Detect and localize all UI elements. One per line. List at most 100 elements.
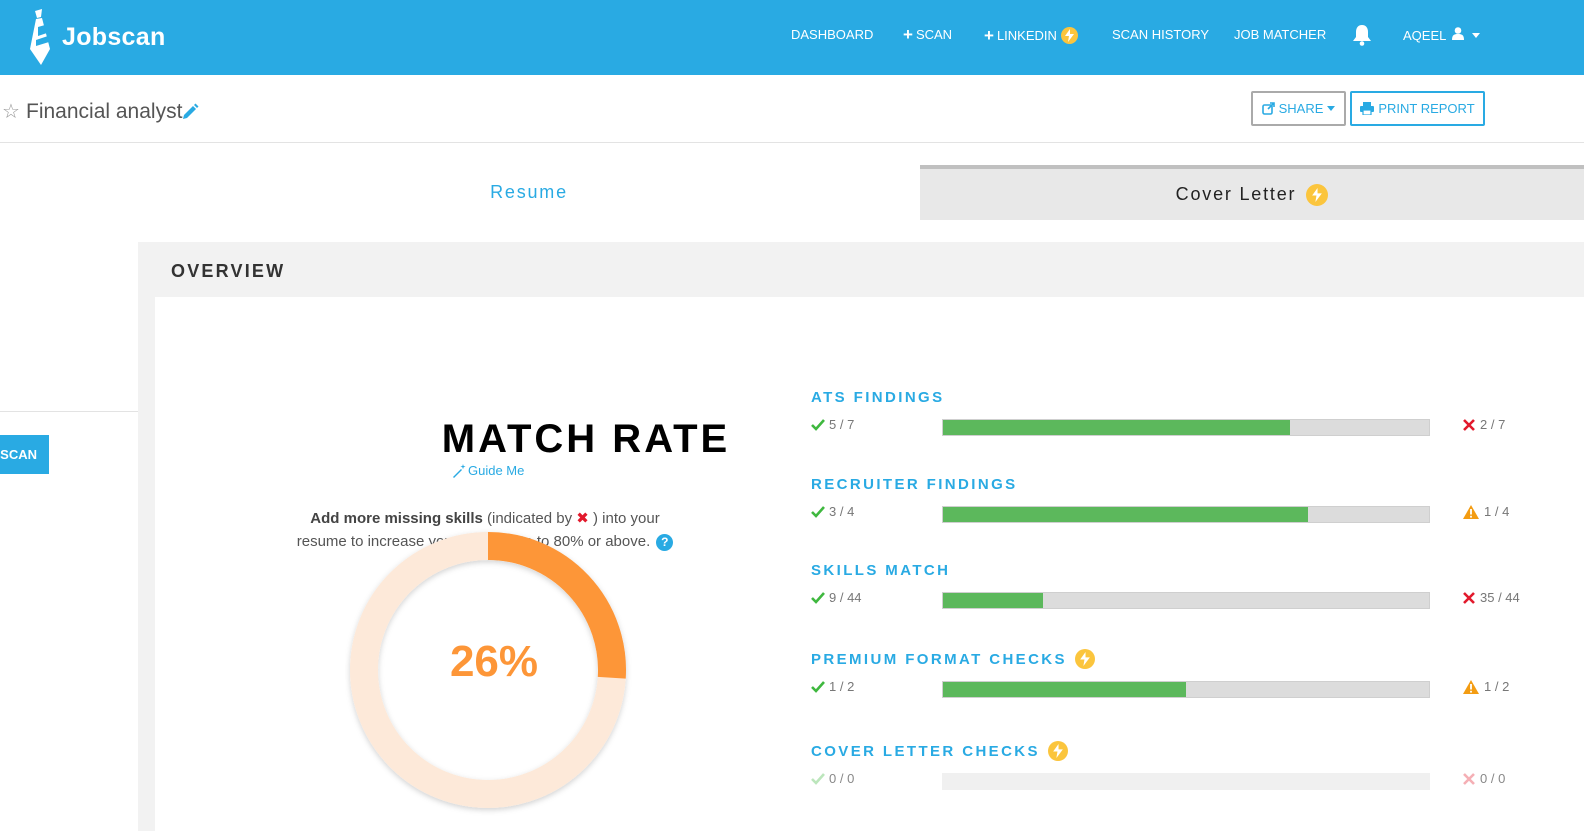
chevron-down-icon bbox=[1472, 32, 1481, 38]
failed-count: 1 / 2 bbox=[1463, 679, 1509, 694]
passed-count-text: 0 / 0 bbox=[829, 771, 855, 786]
finding-title[interactable]: COVER LETTER CHECKS bbox=[811, 741, 1551, 761]
nav-scan[interactable]: + SCAN bbox=[903, 25, 953, 44]
user-menu[interactable]: AQEEL bbox=[1403, 27, 1481, 43]
tab-resume-label: Resume bbox=[490, 182, 568, 202]
jobscan-logo[interactable]: Jobscan bbox=[28, 8, 166, 66]
finding-section[interactable]: SKILLS MATCH 9 / 44 35 / 44 bbox=[811, 560, 1551, 612]
bell-icon[interactable] bbox=[1352, 24, 1372, 51]
nav-job-matcher[interactable]: JOB MATCHER bbox=[1234, 27, 1326, 42]
failed-count-text: 1 / 4 bbox=[1484, 504, 1510, 519]
help-question-icon[interactable]: ? bbox=[656, 534, 674, 551]
check-icon bbox=[811, 772, 825, 785]
nav-dashboard[interactable]: DASHBOARD bbox=[791, 27, 873, 42]
failed-count: 1 / 4 bbox=[1463, 504, 1509, 519]
finding-section[interactable]: RECRUITER FINDINGS 3 / 4 1 / 4 bbox=[811, 474, 1551, 526]
nav-scan-history[interactable]: SCAN HISTORY bbox=[1112, 27, 1209, 42]
magic-wand-icon bbox=[453, 463, 466, 478]
guide-me-link[interactable]: Guide Me bbox=[452, 463, 524, 478]
check-icon bbox=[811, 505, 825, 518]
match-rate-value: 26% bbox=[449, 637, 539, 686]
failed-count: 0 / 0 bbox=[1463, 771, 1505, 786]
rescan-button[interactable]: ESCAN bbox=[0, 435, 49, 474]
tab-resume[interactable]: Resume bbox=[138, 165, 920, 220]
top-navbar: Jobscan DASHBOARD + SCAN + LINKEDIN SCAN… bbox=[0, 0, 1584, 75]
finding-section[interactable]: PREMIUM FORMAT CHECKS 1 / 2 1 / 2 bbox=[811, 649, 1551, 701]
finding-progress-bar bbox=[942, 419, 1430, 436]
failed-count-text: 0 / 0 bbox=[1480, 771, 1506, 786]
nav-scan-history-label: SCAN HISTORY bbox=[1112, 27, 1210, 42]
nav-job-matcher-label: JOB MATCHER bbox=[1234, 27, 1327, 42]
finding-title-label: ATS FINDINGS bbox=[811, 388, 945, 406]
x-icon bbox=[1463, 772, 1475, 785]
user-name: AQEEL bbox=[1403, 27, 1447, 43]
premium-bolt-icon bbox=[1047, 741, 1068, 761]
finding-title-label: COVER LETTER CHECKS bbox=[811, 742, 1040, 760]
check-icon bbox=[811, 591, 825, 604]
passed-count: 0 / 0 bbox=[811, 771, 854, 786]
finding-title-label: PREMIUM FORMAT CHECKS bbox=[811, 650, 1067, 668]
premium-bolt-icon bbox=[1306, 183, 1329, 206]
nav-dashboard-label: DASHBOARD bbox=[791, 27, 874, 42]
finding-title[interactable]: RECRUITER FINDINGS bbox=[811, 474, 1551, 494]
overview-title: OVERVIEW bbox=[171, 261, 286, 281]
warning-icon bbox=[1463, 504, 1479, 519]
nav-linkedin-label: LINKEDIN bbox=[996, 28, 1057, 43]
finding-title-label: SKILLS MATCH bbox=[811, 561, 951, 579]
passed-count-text: 5 / 7 bbox=[829, 417, 855, 432]
tab-cover-letter-label: Cover Letter bbox=[1175, 184, 1297, 204]
rescan-label: ESCAN bbox=[0, 447, 37, 462]
print-icon bbox=[1360, 102, 1375, 115]
nav-linkedin[interactable]: + LINKEDIN bbox=[984, 27, 1078, 44]
finding-row: 9 / 44 35 / 44 bbox=[811, 586, 1551, 612]
finding-row: 3 / 4 1 / 4 bbox=[811, 500, 1551, 526]
failed-count-text: 2 / 7 bbox=[1480, 417, 1506, 432]
sidebar-divider bbox=[0, 411, 138, 412]
finding-progress-fill bbox=[943, 682, 1186, 697]
finding-progress-fill bbox=[943, 507, 1308, 522]
failed-count-text: 35 / 44 bbox=[1480, 590, 1520, 605]
share-button[interactable]: SHARE bbox=[1251, 91, 1346, 126]
premium-bolt-icon bbox=[1074, 649, 1095, 669]
finding-progress-fill bbox=[943, 593, 1043, 608]
finding-title[interactable]: ATS FINDINGS bbox=[811, 387, 1551, 407]
star-icon[interactable]: ☆ bbox=[2, 99, 20, 124]
chevron-down-icon bbox=[1327, 106, 1336, 111]
overview-body: MATCH RATE Guide Me Add more missing ski… bbox=[155, 297, 1584, 831]
finding-title-label: RECRUITER FINDINGS bbox=[811, 475, 1018, 493]
guide-me-label: Guide Me bbox=[468, 463, 525, 478]
passed-count-text: 9 / 44 bbox=[829, 590, 862, 605]
failed-count-text: 1 / 2 bbox=[1484, 679, 1510, 694]
premium-bolt-icon bbox=[1060, 27, 1078, 44]
finding-section[interactable]: COVER LETTER CHECKS 0 / 0 0 / 0 bbox=[811, 741, 1551, 793]
tie-logo-icon bbox=[28, 9, 52, 65]
passed-count-text: 3 / 4 bbox=[829, 504, 855, 519]
share-label: SHARE bbox=[1278, 101, 1324, 116]
finding-progress-bar bbox=[942, 681, 1430, 698]
finding-row: 0 / 0 0 / 0 bbox=[811, 767, 1551, 793]
overview-panel: OVERVIEW MATCH RATE Guide Me Add more mi… bbox=[138, 242, 1584, 831]
x-icon bbox=[1463, 418, 1475, 431]
print-report-label: PRINT REPORT bbox=[1378, 101, 1475, 116]
finding-section[interactable]: ATS FINDINGS 5 / 7 2 / 7 bbox=[811, 387, 1551, 439]
failed-count: 35 / 44 bbox=[1463, 590, 1520, 605]
print-report-button[interactable]: PRINT REPORT bbox=[1350, 91, 1485, 126]
finding-row: 5 / 7 2 / 7 bbox=[811, 413, 1551, 439]
passed-count: 3 / 4 bbox=[811, 504, 854, 519]
finding-progress-fill bbox=[943, 420, 1290, 435]
passed-count: 5 / 7 bbox=[811, 417, 854, 432]
job-title: Financial analyst bbox=[26, 100, 183, 123]
check-icon bbox=[811, 418, 825, 431]
plus-icon: + bbox=[984, 26, 994, 45]
failed-count: 2 / 7 bbox=[1463, 417, 1505, 432]
share-icon bbox=[1261, 102, 1275, 115]
check-icon bbox=[811, 680, 825, 693]
tab-cover-letter[interactable]: Cover Letter bbox=[920, 165, 1584, 220]
edit-pencil-icon[interactable] bbox=[182, 103, 199, 125]
plus-icon: + bbox=[903, 25, 913, 44]
nav-scan-label: SCAN bbox=[915, 27, 953, 42]
finding-row: 1 / 2 1 / 2 bbox=[811, 675, 1551, 701]
scan-title-bar: ☆ Financial analyst SHARE PRINT REPORT bbox=[0, 75, 1584, 143]
finding-title[interactable]: SKILLS MATCH bbox=[811, 560, 1551, 580]
finding-title[interactable]: PREMIUM FORMAT CHECKS bbox=[811, 649, 1551, 669]
